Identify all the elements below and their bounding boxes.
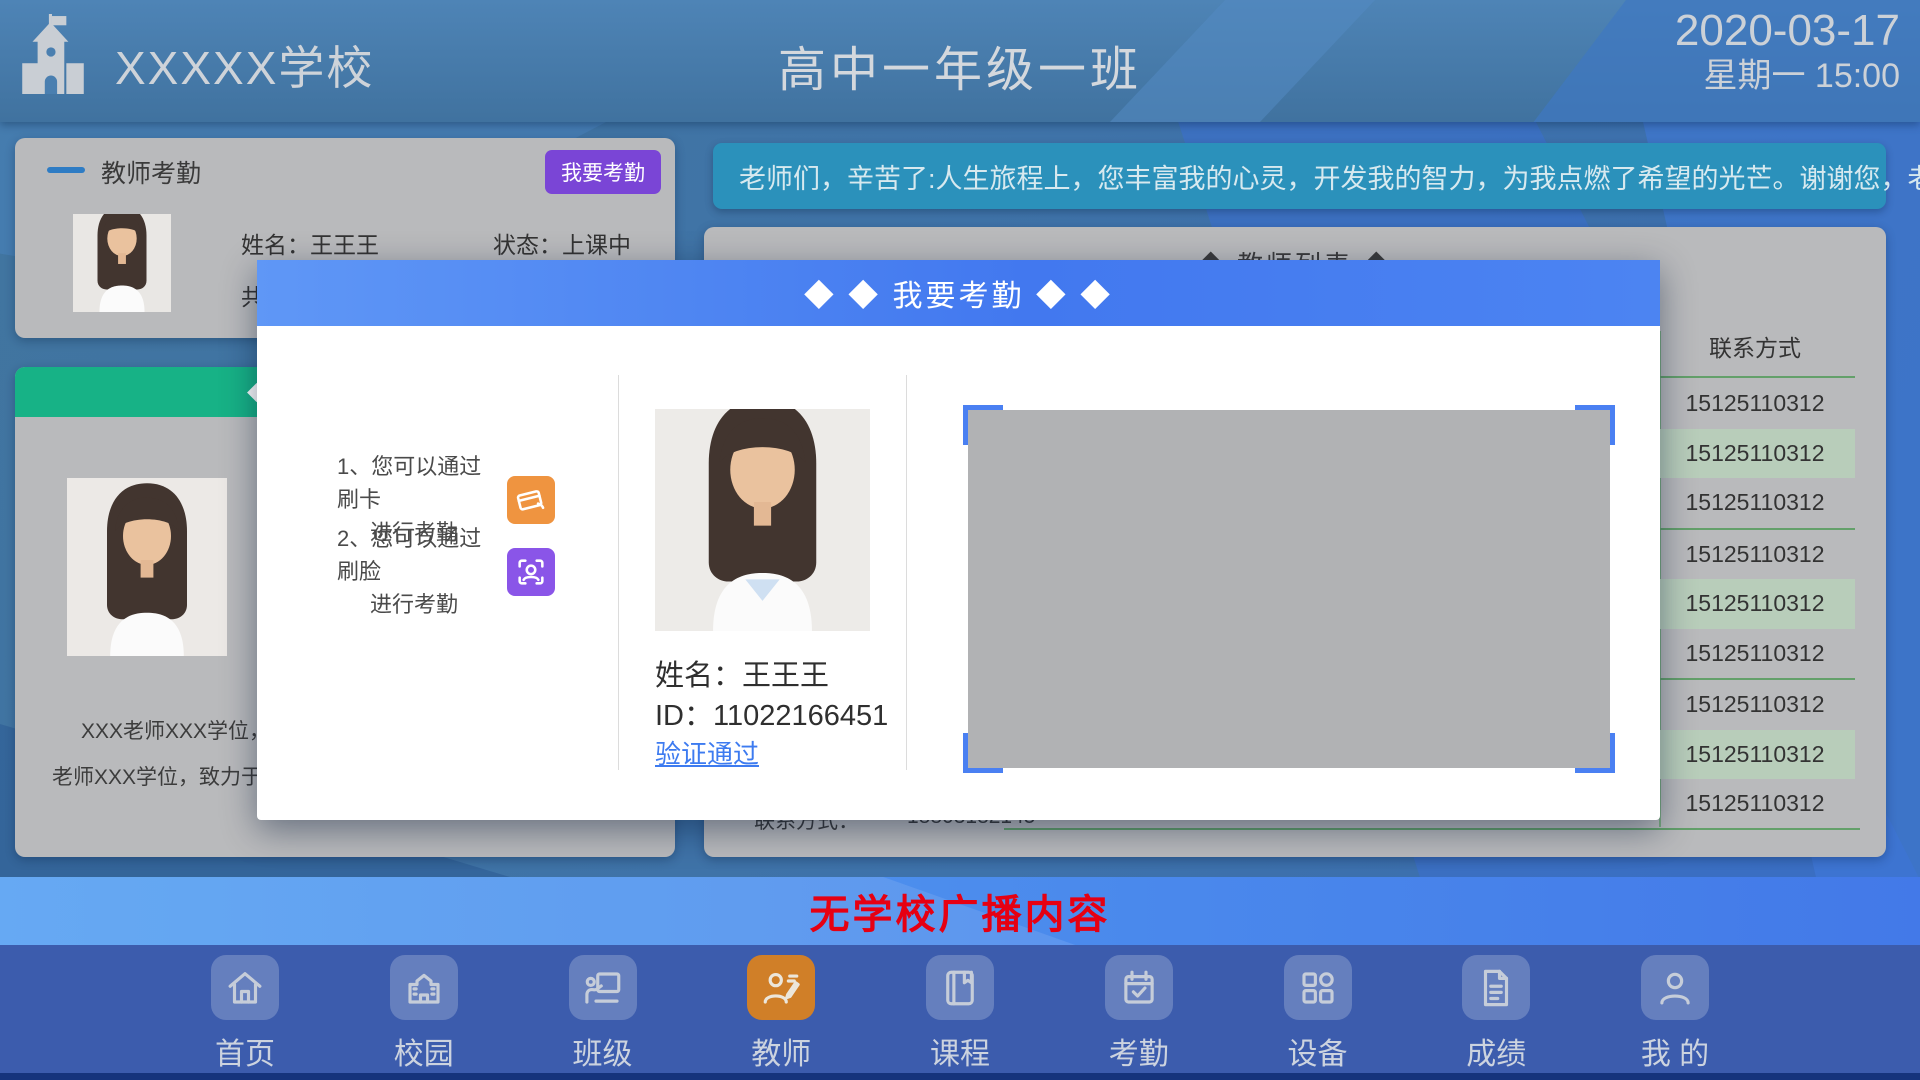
camera-corner-bracket bbox=[963, 733, 1003, 773]
teacher-photo-small bbox=[73, 214, 171, 312]
nav-item-course[interactable]: 课程 bbox=[915, 955, 1005, 1073]
nav-item-class[interactable]: 班级 bbox=[558, 955, 648, 1073]
attendance-calendar-icon bbox=[1105, 955, 1173, 1020]
date-text: 2020-03-17 bbox=[1675, 6, 1900, 57]
panel-bottom-line bbox=[1004, 828, 1860, 830]
modal-divider bbox=[906, 375, 907, 770]
nav-item-campus[interactable]: 校园 bbox=[379, 955, 469, 1073]
instruction-line: 1、您可以通过刷卡 bbox=[337, 450, 497, 516]
weekday-time-text: 星期一 15:00 bbox=[1675, 57, 1900, 96]
table-row: 15125110312 bbox=[1655, 478, 1855, 528]
nav-item-home[interactable]: 首页 bbox=[200, 955, 290, 1073]
attendance-card-title: 教师考勤 bbox=[101, 154, 201, 190]
broadcast-text: 无学校广播内容 bbox=[810, 882, 1111, 940]
header-underline bbox=[1655, 376, 1855, 378]
contact-column-header: 联系方式 bbox=[1655, 329, 1855, 363]
table-row: 15125110312 bbox=[1655, 530, 1855, 580]
teacher-status-row: 状态：上课中 bbox=[493, 226, 631, 260]
broadcast-bar: 无学校广播内容 bbox=[0, 877, 1920, 945]
table-row: 15125110312 bbox=[1655, 779, 1855, 829]
face-scan-icon bbox=[507, 548, 555, 596]
nav-item-teacher[interactable]: 教师 bbox=[736, 955, 826, 1073]
modal-teacher-name: 姓名：王王王 bbox=[655, 652, 829, 694]
camera-corner-bracket bbox=[963, 405, 1003, 445]
instruction-step-2: 2、您可以通过刷脸 进行考勤 bbox=[337, 522, 555, 621]
camera-corner-bracket bbox=[1575, 733, 1615, 773]
classroom-display-screen: XXXXX学校 高中一年级一班 2020-03-17 星期一 15:00 教师考… bbox=[0, 0, 1920, 1080]
camera-corner-bracket bbox=[1575, 405, 1615, 445]
nav-item-attendance[interactable]: 考勤 bbox=[1094, 955, 1184, 1073]
verified-teacher-photo bbox=[655, 409, 870, 631]
teacher-icon bbox=[747, 955, 815, 1020]
header-bar: XXXXX学校 高中一年级一班 2020-03-17 星期一 15:00 bbox=[0, 0, 1920, 122]
contact-column: 15125110312 15125110312 15125110312 1512… bbox=[1655, 379, 1855, 829]
class-blackboard-icon bbox=[569, 955, 637, 1020]
score-document-icon bbox=[1462, 955, 1530, 1020]
modal-title: ◆ ◆ 我要考勤 ◆ ◆ bbox=[804, 271, 1113, 315]
instruction-line: 进行考勤 bbox=[337, 588, 497, 621]
marquee-text: 老师们，辛苦了:人生旅程上，您丰富我的心灵，开发我的智力，为我点燃了希望的光芒。… bbox=[739, 157, 1920, 196]
home-icon bbox=[211, 955, 279, 1020]
class-title: 高中一年级一班 bbox=[0, 30, 1920, 100]
device-grid-icon bbox=[1284, 955, 1352, 1020]
bottom-nav-bar: 首页 校园 班级 bbox=[0, 945, 1920, 1080]
card-swipe-icon bbox=[507, 476, 555, 524]
campus-icon bbox=[390, 955, 458, 1020]
checkin-modal: ◆ ◆ 我要考勤 ◆ ◆ 1、您可以通过刷卡 进行考勤 2、您可以通过刷脸 bbox=[257, 260, 1660, 820]
camera-preview bbox=[968, 410, 1610, 768]
course-book-icon bbox=[926, 955, 994, 1020]
title-dash-icon bbox=[47, 167, 85, 173]
table-row: 15125110312 bbox=[1655, 629, 1855, 679]
table-row: 15125110312 bbox=[1655, 379, 1855, 429]
modal-teacher-id: ID：11022166451 bbox=[655, 692, 888, 734]
datetime-display: 2020-03-17 星期一 15:00 bbox=[1675, 6, 1900, 96]
table-row: 15125110312 bbox=[1655, 680, 1855, 730]
modal-header: ◆ ◆ 我要考勤 ◆ ◆ bbox=[257, 260, 1660, 326]
instruction-line: 2、您可以通过刷脸 bbox=[337, 522, 497, 588]
checkin-button[interactable]: 我要考勤 bbox=[545, 150, 661, 194]
nav-item-score[interactable]: 成绩 bbox=[1451, 955, 1541, 1073]
modal-divider bbox=[618, 375, 619, 770]
teacher-photo-large bbox=[67, 478, 227, 656]
table-row: 15125110312 bbox=[1655, 730, 1855, 780]
table-row: 15125110312 bbox=[1655, 429, 1855, 479]
profile-icon bbox=[1641, 955, 1709, 1020]
greeting-marquee: 老师们，辛苦了:人生旅程上，您丰富我的心灵，开发我的智力，为我点燃了希望的光芒。… bbox=[713, 143, 1886, 209]
table-row: 15125110312 bbox=[1655, 579, 1855, 629]
verify-passed-link[interactable]: 验证通过 bbox=[655, 734, 759, 771]
nav-item-device[interactable]: 设备 bbox=[1273, 955, 1363, 1073]
teacher-name-row: 姓名：王王王 bbox=[241, 226, 379, 260]
nav-item-profile[interactable]: 我 的 bbox=[1630, 955, 1720, 1073]
